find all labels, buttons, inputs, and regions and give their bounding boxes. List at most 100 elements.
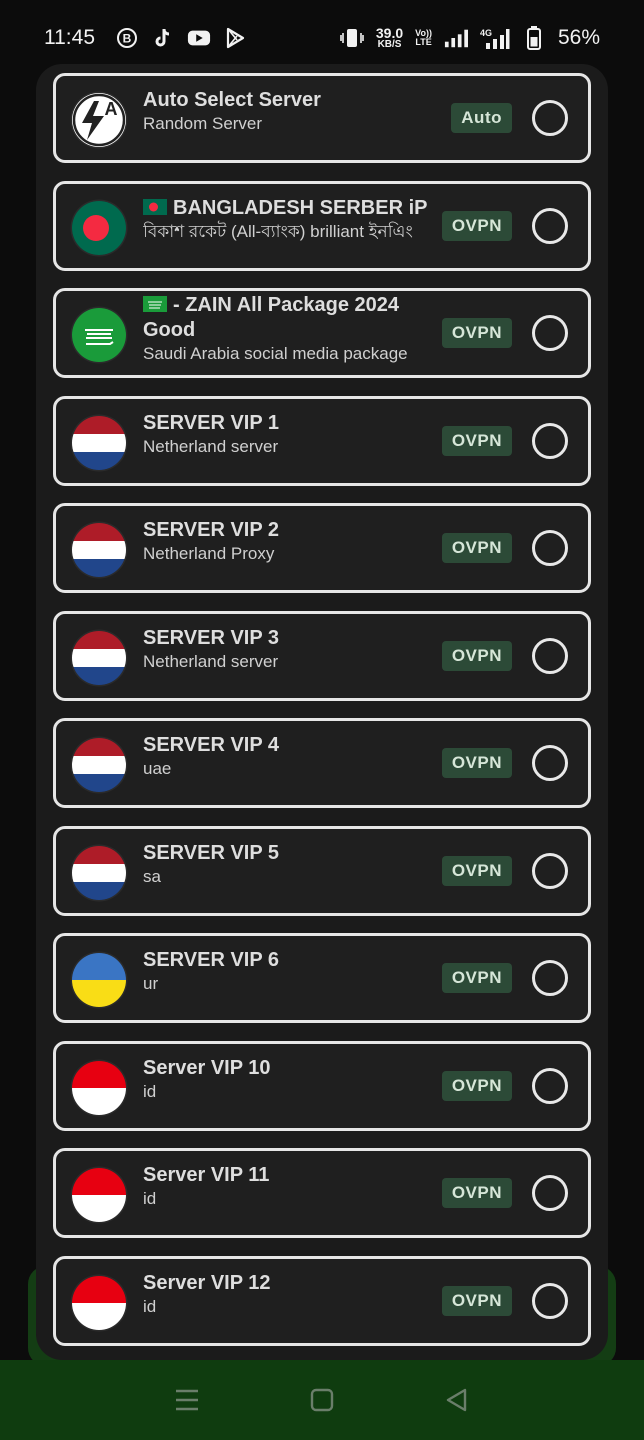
server-text: SERVER VIP 6 ur: [143, 936, 443, 1020]
server-name-text: Server VIP 12: [143, 1271, 271, 1294]
tiktok-icon: [151, 26, 175, 50]
youtube-icon: [187, 26, 211, 50]
server-text: Auto Select Server Random Server: [143, 76, 443, 160]
bangladesh-flag-icon: [143, 198, 167, 215]
net-speed-unit: KB/S: [377, 39, 402, 50]
server-item[interactable]: BANGLADESH SERBER iP বিকাশ রকেট (All-ব্যা…: [53, 180, 591, 271]
server-item[interactable]: - ZAIN All Package 2024 Good Saudi Arabia…: [53, 288, 591, 378]
server-text: Server VIP 11 id: [143, 1151, 443, 1235]
server-text: SERVER VIP 2 Netherland Proxy: [143, 506, 443, 590]
signal-4g-icon: 4G: [480, 26, 510, 50]
server-subtitle: বিকাশ রকেট (All-ব্যাংক) brilliant ইনএিং: [143, 221, 413, 241]
server-type-badge: OVPN: [441, 1285, 512, 1316]
network-type: 4G: [480, 28, 492, 38]
vibrate-icon: [340, 26, 364, 50]
signal-icon: [444, 26, 468, 50]
server-name-text: SERVER VIP 1: [143, 411, 279, 434]
home-button[interactable]: [307, 1385, 337, 1415]
server-radio-button[interactable]: [532, 530, 568, 566]
server-item[interactable]: A Auto Select Server Random Server Auto: [53, 73, 591, 163]
ukraine-flag-icon: [72, 953, 126, 1007]
server-name: SERVER VIP 3: [143, 626, 443, 651]
server-item[interactable]: SERVER VIP 3 Netherland server OVPN: [53, 610, 591, 701]
server-item[interactable]: SERVER VIP 5 sa OVPN: [53, 825, 591, 916]
server-type-badge: OVPN: [441, 1070, 512, 1101]
server-item[interactable]: SERVER VIP 2 Netherland Proxy OVPN: [53, 503, 591, 593]
server-name: SERVER VIP 1: [143, 411, 443, 436]
server-radio-button[interactable]: [532, 745, 568, 781]
netherlands-flag-icon: [72, 630, 126, 685]
server-radio-button[interactable]: [532, 422, 568, 459]
server-type-badge: OVPN: [441, 425, 512, 456]
server-radio-button[interactable]: [532, 100, 568, 136]
svg-text:B: B: [123, 32, 132, 46]
server-radio-button[interactable]: [532, 315, 568, 351]
net-speed-value: 39.0: [375, 25, 404, 41]
server-name-text: SERVER VIP 4: [143, 734, 279, 756]
server-item[interactable]: Server VIP 12 id OVPN: [53, 1255, 591, 1346]
server-subtitle: ur: [143, 974, 159, 993]
server-text: SERVER VIP 4 uae: [143, 721, 443, 805]
server-item[interactable]: SERVER VIP 1 Netherland server OVPN: [53, 395, 591, 486]
server-subtitle: Saudi Arabia social media package: [143, 344, 408, 363]
server-type-badge: OVPN: [441, 855, 512, 886]
indonesia-flag-icon: [72, 1060, 126, 1115]
volte-indicator: Vo)) LTE: [415, 29, 432, 47]
server-name-text: Server VIP 11: [143, 1164, 270, 1186]
server-radio-button[interactable]: [532, 1175, 568, 1211]
netherlands-flag-icon: [72, 415, 126, 470]
server-radio-button[interactable]: [532, 852, 568, 889]
battery-percent: 56%: [557, 26, 600, 49]
server-name-text: SERVER VIP 6: [143, 949, 279, 971]
server-name: BANGLADESH SERBER iP: [143, 196, 443, 221]
server-type-badge: Auto: [451, 103, 512, 133]
server-name-text: SERVER VIP 5: [143, 841, 279, 864]
server-text: - ZAIN All Package 2024 Good Saudi Arabia…: [143, 291, 443, 375]
server-name: Server VIP 11: [143, 1163, 443, 1188]
server-name-text: SERVER VIP 2: [143, 519, 279, 541]
server-type-badge: OVPN: [441, 210, 512, 241]
status-time: 11:45: [44, 26, 95, 49]
server-type-badge: OVPN: [441, 748, 512, 778]
server-text: BANGLADESH SERBER iP বিকাশ রকেট (All-ব্যা…: [143, 184, 443, 268]
server-name: SERVER VIP 6: [143, 948, 443, 973]
server-name: Server VIP 12: [143, 1271, 443, 1296]
server-item[interactable]: SERVER VIP 6 ur OVPN: [53, 933, 591, 1023]
server-text: SERVER VIP 3 Netherland server: [143, 614, 443, 698]
netherlands-flag-icon: [72, 523, 126, 577]
back-button[interactable]: [442, 1385, 472, 1415]
server-name: Server VIP 10: [143, 1056, 443, 1081]
server-text: Server VIP 12 id: [143, 1259, 443, 1343]
recent-apps-button[interactable]: [172, 1385, 202, 1415]
server-text: SERVER VIP 5 sa: [143, 829, 443, 913]
server-type-badge: OVPN: [441, 318, 512, 348]
server-name-text: Server VIP 10: [143, 1056, 271, 1079]
server-radio-button[interactable]: [532, 1067, 568, 1104]
server-type-badge: OVPN: [441, 963, 512, 993]
server-name: - ZAIN All Package 2024 Good: [143, 293, 443, 343]
server-name: SERVER VIP 2: [143, 518, 443, 543]
server-subtitle: Netherland Proxy: [143, 544, 275, 563]
server-radio-button[interactable]: [532, 207, 568, 244]
saudi-arabia-flag-icon: [72, 308, 126, 362]
net-speed: 39.0 KB/S: [376, 26, 403, 50]
auto-select-icon: A: [72, 93, 126, 147]
indonesia-flag-icon: [72, 1275, 126, 1330]
server-item[interactable]: Server VIP 10 id OVPN: [53, 1040, 591, 1131]
server-name: Auto Select Server: [143, 88, 443, 113]
server-subtitle: Netherland server: [143, 436, 279, 456]
server-radio-button[interactable]: [532, 960, 568, 996]
server-selection-panel: A Auto Select Server Random Server Auto BANG…: [36, 64, 608, 1360]
server-name-text: Auto Select Server: [143, 89, 321, 111]
server-name: SERVER VIP 5: [143, 841, 443, 866]
server-item[interactable]: SERVER VIP 4 uae OVPN: [53, 718, 591, 808]
netherlands-flag-icon: [72, 845, 126, 900]
server-subtitle: uae: [143, 759, 172, 778]
server-text: SERVER VIP 1 Netherland server: [143, 399, 443, 483]
server-radio-button[interactable]: [532, 1282, 568, 1319]
server-subtitle: id: [143, 1081, 157, 1101]
server-item[interactable]: Server VIP 11 id OVPN: [53, 1148, 591, 1238]
server-radio-button[interactable]: [532, 637, 568, 674]
server-type-badge: OVPN: [441, 1178, 512, 1208]
volte-bottom: LTE: [415, 37, 432, 47]
